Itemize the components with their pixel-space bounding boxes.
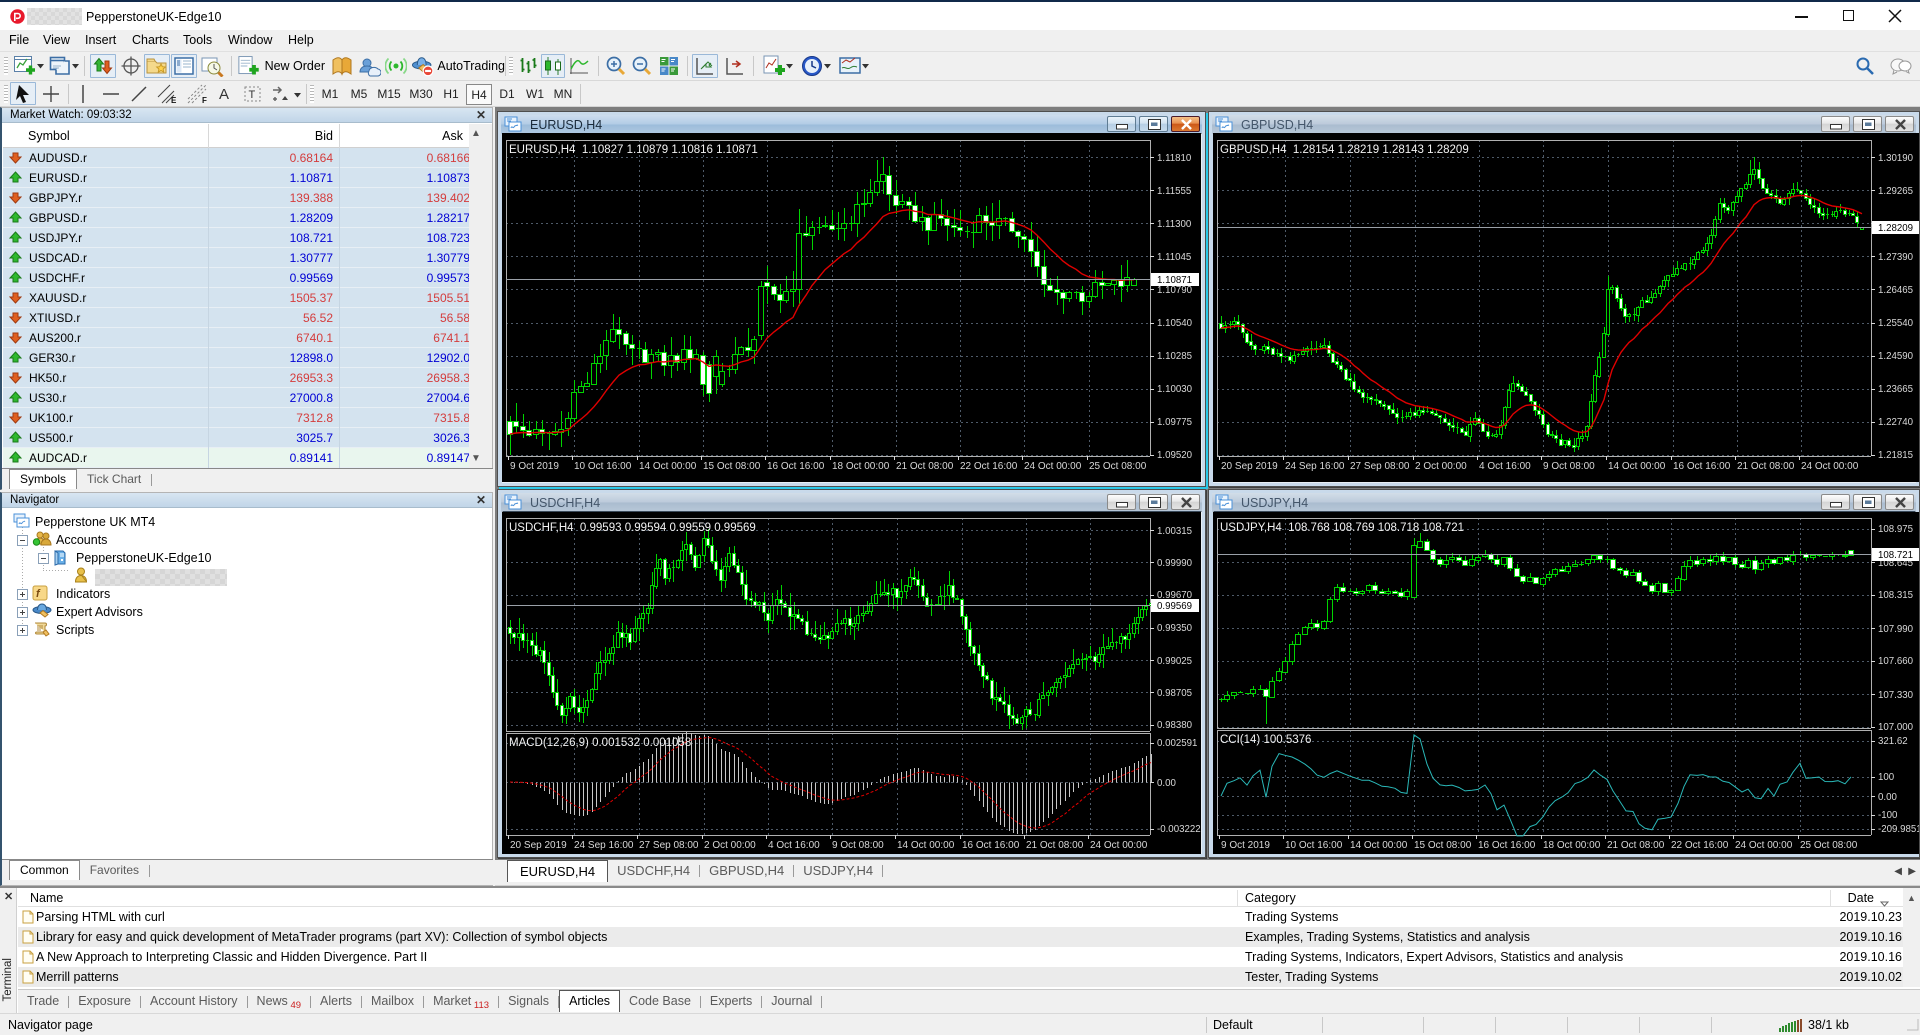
svg-text:4 Oct 16:00: 4 Oct 16:00 bbox=[1479, 461, 1531, 472]
svg-text:18 Oct 00:00: 18 Oct 00:00 bbox=[832, 461, 890, 472]
svg-text:1.30190: 1.30190 bbox=[1878, 153, 1914, 164]
svg-text:24 Oct 00:00: 24 Oct 00:00 bbox=[1024, 461, 1082, 472]
svg-text:25 Oct 08:00: 25 Oct 08:00 bbox=[1089, 461, 1147, 472]
svg-text:1.11045: 1.11045 bbox=[1157, 252, 1191, 263]
svg-text:9 Oct 2019: 9 Oct 2019 bbox=[510, 461, 559, 472]
svg-text:10 Oct 16:00: 10 Oct 16:00 bbox=[574, 461, 632, 472]
svg-text:107.990: 107.990 bbox=[1878, 624, 1914, 635]
svg-text:9 Oct 2019: 9 Oct 2019 bbox=[1221, 840, 1270, 851]
svg-text:24 Oct 00:00: 24 Oct 00:00 bbox=[1735, 840, 1793, 851]
svg-text:16 Oct 16:00: 16 Oct 16:00 bbox=[1478, 840, 1536, 851]
svg-text:108.975: 108.975 bbox=[1878, 524, 1913, 535]
svg-text:GBPUSD,H4 1.28154 1.28219 1.2: GBPUSD,H4 1.28154 1.28219 1.28143 1.2820… bbox=[1220, 144, 1469, 156]
svg-text:1.28209: 1.28209 bbox=[1878, 223, 1913, 234]
svg-text:22 Oct 16:00: 22 Oct 16:00 bbox=[1671, 840, 1729, 851]
svg-text:25 Oct 08:00: 25 Oct 08:00 bbox=[1800, 840, 1858, 851]
svg-text:18 Oct 00:00: 18 Oct 00:00 bbox=[1543, 840, 1601, 851]
svg-text:1.09520: 1.09520 bbox=[1157, 450, 1193, 461]
svg-text:108.721: 108.721 bbox=[1878, 550, 1913, 561]
svg-text:1.25540: 1.25540 bbox=[1878, 318, 1914, 329]
svg-text:0.99990: 0.99990 bbox=[1157, 558, 1193, 569]
svg-text:CCI(14) 100.5376: CCI(14) 100.5376 bbox=[1220, 734, 1311, 746]
svg-text:14 Oct 00:00: 14 Oct 00:00 bbox=[1608, 461, 1666, 472]
svg-text:MACD(12,26,9) 0.001532 0.00105: MACD(12,26,9) 0.001532 0.001058 bbox=[509, 737, 691, 749]
svg-text:24 Oct 00:00: 24 Oct 00:00 bbox=[1801, 461, 1859, 472]
svg-text:0.00: 0.00 bbox=[1878, 792, 1897, 803]
svg-text:-209.9851: -209.9851 bbox=[1878, 824, 1919, 835]
svg-text:15 Oct 08:00: 15 Oct 08:00 bbox=[703, 461, 761, 472]
svg-text:0.99025: 0.99025 bbox=[1157, 656, 1192, 667]
svg-text:F: F bbox=[202, 96, 207, 105]
svg-text:T: T bbox=[249, 89, 256, 101]
svg-text:21 Oct 08:00: 21 Oct 08:00 bbox=[1607, 840, 1665, 851]
svg-text:1.10790: 1.10790 bbox=[1157, 285, 1193, 296]
svg-text:20 Sep 2019: 20 Sep 2019 bbox=[510, 840, 567, 851]
svg-text:1.21815: 1.21815 bbox=[1878, 450, 1913, 461]
svg-text:27 Sep 08:00: 27 Sep 08:00 bbox=[1350, 461, 1410, 472]
svg-text:-0.003222: -0.003222 bbox=[1157, 824, 1201, 835]
svg-text:16 Oct 16:00: 16 Oct 16:00 bbox=[962, 840, 1020, 851]
svg-text:1.22740: 1.22740 bbox=[1878, 417, 1914, 428]
svg-text:10 Oct 16:00: 10 Oct 16:00 bbox=[1285, 840, 1343, 851]
svg-text:20 Sep 2019: 20 Sep 2019 bbox=[1221, 461, 1278, 472]
svg-text:0.00: 0.00 bbox=[1157, 778, 1176, 789]
svg-text:1.11810: 1.11810 bbox=[1157, 153, 1192, 164]
svg-text:A: A bbox=[219, 86, 229, 103]
svg-text:1.11300: 1.11300 bbox=[1157, 219, 1192, 230]
svg-text:1.10871: 1.10871 bbox=[1157, 275, 1192, 286]
svg-text:2 Oct 00:00: 2 Oct 00:00 bbox=[1415, 461, 1467, 472]
svg-text:14 Oct 00:00: 14 Oct 00:00 bbox=[639, 461, 697, 472]
svg-text:1.09775: 1.09775 bbox=[1157, 417, 1192, 428]
svg-text:0.99569: 0.99569 bbox=[1157, 601, 1192, 612]
svg-text:24 Oct 00:00: 24 Oct 00:00 bbox=[1090, 840, 1148, 851]
svg-text:321.62: 321.62 bbox=[1878, 736, 1908, 747]
svg-text:1.27390: 1.27390 bbox=[1878, 252, 1914, 263]
svg-text:1.10285: 1.10285 bbox=[1157, 351, 1192, 362]
svg-text:22 Oct 16:00: 22 Oct 16:00 bbox=[960, 461, 1018, 472]
svg-text:1.11555: 1.11555 bbox=[1157, 186, 1191, 197]
svg-text:1.23665: 1.23665 bbox=[1878, 384, 1913, 395]
svg-text:0.99350: 0.99350 bbox=[1157, 623, 1193, 634]
svg-text:107.330: 107.330 bbox=[1878, 690, 1914, 701]
svg-text:USDJPY,H4 108.768 108.769 108: USDJPY,H4 108.768 108.769 108.718 108.72… bbox=[1220, 522, 1464, 534]
svg-text:1.24590: 1.24590 bbox=[1878, 351, 1914, 362]
svg-text:0.98380: 0.98380 bbox=[1157, 720, 1193, 731]
svg-text:0.002591: 0.002591 bbox=[1157, 738, 1197, 749]
svg-text:14 Oct 00:00: 14 Oct 00:00 bbox=[897, 840, 955, 851]
svg-text:24 Sep 16:00: 24 Sep 16:00 bbox=[574, 840, 634, 851]
svg-text:27 Sep 08:00: 27 Sep 08:00 bbox=[639, 840, 699, 851]
svg-text:108.315: 108.315 bbox=[1878, 590, 1913, 601]
svg-text:21 Oct 08:00: 21 Oct 08:00 bbox=[896, 461, 954, 472]
svg-text:14 Oct 00:00: 14 Oct 00:00 bbox=[1350, 840, 1408, 851]
svg-text:24 Sep 16:00: 24 Sep 16:00 bbox=[1285, 461, 1345, 472]
svg-text:1.10540: 1.10540 bbox=[1157, 318, 1193, 329]
svg-text:-100: -100 bbox=[1878, 810, 1898, 821]
svg-text:21 Oct 08:00: 21 Oct 08:00 bbox=[1026, 840, 1084, 851]
svg-text:E: E bbox=[171, 96, 177, 105]
svg-text:1.10030: 1.10030 bbox=[1157, 384, 1193, 395]
svg-text:EURUSD,H4 1.10827 1.10879 1.1: EURUSD,H4 1.10827 1.10879 1.10816 1.1087… bbox=[509, 144, 758, 156]
svg-text:16 Oct 16:00: 16 Oct 16:00 bbox=[767, 461, 825, 472]
svg-text:100: 100 bbox=[1878, 772, 1895, 783]
svg-text:9 Oct 08:00: 9 Oct 08:00 bbox=[832, 840, 884, 851]
svg-text:USDCHF,H4 0.99593 0.99594 0.9: USDCHF,H4 0.99593 0.99594 0.99559 0.9956… bbox=[509, 522, 756, 534]
svg-text:16 Oct 16:00: 16 Oct 16:00 bbox=[1673, 461, 1731, 472]
svg-text:107.660: 107.660 bbox=[1878, 656, 1914, 667]
svg-text:15 Oct 08:00: 15 Oct 08:00 bbox=[1414, 840, 1472, 851]
svg-text:107.000: 107.000 bbox=[1878, 722, 1914, 733]
svg-text:1.26465: 1.26465 bbox=[1878, 285, 1913, 296]
svg-text:21 Oct 08:00: 21 Oct 08:00 bbox=[1737, 461, 1795, 472]
svg-text:1.29265: 1.29265 bbox=[1878, 186, 1913, 197]
svg-text:2 Oct 00:00: 2 Oct 00:00 bbox=[704, 840, 756, 851]
svg-text:1.00315: 1.00315 bbox=[1157, 526, 1192, 537]
svg-text:4 Oct 16:00: 4 Oct 16:00 bbox=[768, 840, 820, 851]
svg-text:0.98705: 0.98705 bbox=[1157, 688, 1192, 699]
svg-text:9 Oct 08:00: 9 Oct 08:00 bbox=[1543, 461, 1595, 472]
